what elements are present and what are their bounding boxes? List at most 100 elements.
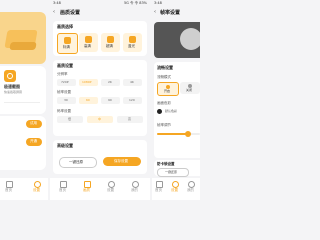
- fps-option-3[interactable]: 120: [123, 97, 142, 104]
- res-option-3[interactable]: 4K: [123, 79, 142, 86]
- res-option-3-label: 4K: [130, 80, 134, 84]
- right-status-time: 3:48: [154, 1, 162, 5]
- right-nav-home[interactable]: 首页: [155, 188, 162, 193]
- left-status-bar: [0, 0, 48, 10]
- right-reset-button[interactable]: 一键还原: [157, 168, 189, 177]
- right-back-icon[interactable]: ‹: [154, 10, 156, 15]
- left-bottom-nav: 首页 设置: [0, 178, 48, 200]
- left-hero-card: [0, 12, 46, 64]
- middle-page-title: 画质设置: [60, 10, 81, 16]
- smooth-off-option[interactable]: 关闭: [180, 82, 200, 94]
- left-nav-home[interactable]: 首页: [5, 188, 12, 193]
- res-option-2[interactable]: 2K: [101, 79, 120, 86]
- quality-option-1[interactable]: 高清: [79, 33, 98, 52]
- right-status-bar: 3:48: [152, 0, 200, 8]
- bitrate-option-1-label: 中: [98, 117, 102, 121]
- camera-icon: [7, 73, 13, 79]
- product-icon: [4, 70, 16, 82]
- color-option-label: 默认色彩: [165, 109, 178, 113]
- middle-status-right: 5G 令 令 83%: [123, 1, 147, 5]
- reset-button-label: 一键还原: [69, 159, 83, 164]
- res-option-1[interactable]: 1080P: [79, 79, 98, 86]
- fps-option-3-label: 120: [129, 98, 135, 102]
- smooth-settings-title: 流畅设置: [157, 65, 173, 70]
- right-nav-profile[interactable]: 我的: [187, 188, 194, 193]
- middle-bottom-nav: 首页 画质 设置 我的: [50, 178, 150, 200]
- quality-option-0[interactable]: 标清: [57, 33, 78, 54]
- right-preview-card: [154, 22, 200, 58]
- left-nav-settings[interactable]: 设置: [33, 188, 40, 193]
- nav-profile-icon[interactable]: [132, 181, 139, 188]
- res-option-0[interactable]: 720P: [57, 79, 76, 86]
- fps-slider-track[interactable]: [157, 131, 200, 137]
- bitrate-option-2[interactable]: 高: [117, 116, 143, 123]
- quality-option-2[interactable]: 超清: [101, 33, 120, 52]
- quality-option-3-label: 蓝光: [128, 44, 135, 48]
- right-reset-button-label: 一键还原: [165, 170, 178, 174]
- quality-settings-card: 画质设置 分辨率 720P 1080P 2K 4K 帧率设置 30 60 90 …: [53, 60, 147, 136]
- color-option[interactable]: 默认色彩: [157, 108, 200, 116]
- middle-nav-profile[interactable]: 我的: [131, 188, 138, 193]
- right-nav-profile-icon[interactable]: [188, 181, 195, 188]
- nav-home-icon[interactable]: [60, 181, 67, 188]
- middle-status-bar: 3:48 5G 令 令 83%: [50, 0, 150, 8]
- left-product-card: 极速截图 快速截取屏幕: [0, 66, 46, 114]
- nav-settings-icon[interactable]: [108, 181, 115, 188]
- left-button-2-label: 开通: [30, 139, 37, 143]
- res-option-2-label: 2K: [108, 80, 112, 84]
- anti-lag-card: 防卡顿设置 一键还原: [154, 160, 200, 177]
- smooth-on-label: 开启: [164, 89, 171, 93]
- left-button-2[interactable]: 开通: [26, 138, 42, 146]
- color-label: 画面色彩: [157, 101, 171, 105]
- middle-nav-settings[interactable]: 设置: [107, 188, 114, 193]
- right-nav-settings-icon[interactable]: [172, 181, 179, 188]
- fps-slider-handle[interactable]: [185, 131, 191, 137]
- save-button[interactable]: 保存设置: [103, 157, 141, 166]
- right-panel: 3:48 ‹ 帧率设置 流畅设置 流畅模式 开启 关闭 画面色彩 默认色彩 帧率…: [152, 0, 200, 200]
- back-icon[interactable]: ‹: [53, 10, 55, 15]
- bitrate-label: 码率设置: [57, 109, 71, 113]
- right-bottom-nav: 首页 设置 我的: [152, 178, 200, 200]
- advanced-settings-title: 高级设置: [57, 143, 73, 148]
- res-option-0-label: 720P: [61, 80, 69, 84]
- left-button-1-label: 试用: [30, 121, 37, 125]
- right-nav-settings[interactable]: 设置: [171, 188, 178, 193]
- bluray-icon: [129, 36, 136, 43]
- fps-adjust-label: 帧率调节: [157, 123, 171, 127]
- product-title: 极速截图: [4, 84, 20, 89]
- advanced-settings-card: 高级设置 一键还原 保存设置: [53, 140, 147, 174]
- fps-option-2[interactable]: 90: [101, 97, 120, 104]
- reset-button[interactable]: 一键还原: [59, 157, 97, 168]
- quality-option-2-label: 超清: [106, 44, 113, 48]
- middle-nav-quality[interactable]: 画质: [83, 188, 90, 193]
- fhd-icon: [107, 36, 114, 43]
- quality-settings-title: 画质设置: [57, 63, 73, 68]
- left-button-1[interactable]: 试用: [26, 120, 42, 128]
- settings-icon[interactable]: [34, 181, 41, 188]
- home-icon[interactable]: [6, 181, 13, 188]
- fps-label: 帧率设置: [57, 90, 71, 94]
- middle-header: ‹ 画质设置: [50, 9, 150, 18]
- bitrate-option-1[interactable]: 中: [87, 116, 113, 123]
- right-nav-home-icon[interactable]: [156, 181, 163, 188]
- smooth-mode-label: 流畅模式: [157, 75, 171, 79]
- left-white-block: 试用 开通: [0, 116, 46, 170]
- save-button-label: 保存设置: [114, 158, 128, 163]
- nav-quality-icon[interactable]: [84, 181, 91, 188]
- fps-option-1[interactable]: 60: [79, 97, 98, 104]
- resolution-label: 分辨率: [57, 72, 68, 76]
- sd-icon: [64, 37, 71, 44]
- fps-option-0-label: 30: [64, 98, 68, 102]
- res-option-1-label: 1080P: [82, 80, 92, 84]
- middle-nav-home[interactable]: 首页: [59, 188, 66, 193]
- right-header: ‹ 帧率设置: [152, 9, 200, 18]
- color-swatch-icon: [157, 109, 162, 114]
- preview-circle: [180, 28, 200, 50]
- fps-option-1-label: 60: [86, 98, 90, 102]
- bitrate-option-0[interactable]: 低: [57, 116, 83, 123]
- quality-option-3[interactable]: 蓝光: [123, 33, 142, 52]
- smooth-on-option[interactable]: 开启: [157, 82, 179, 96]
- fps-option-0[interactable]: 30: [57, 97, 76, 104]
- fps-option-2-label: 90: [108, 98, 112, 102]
- product-subtitle: 快速截取屏幕: [4, 90, 23, 94]
